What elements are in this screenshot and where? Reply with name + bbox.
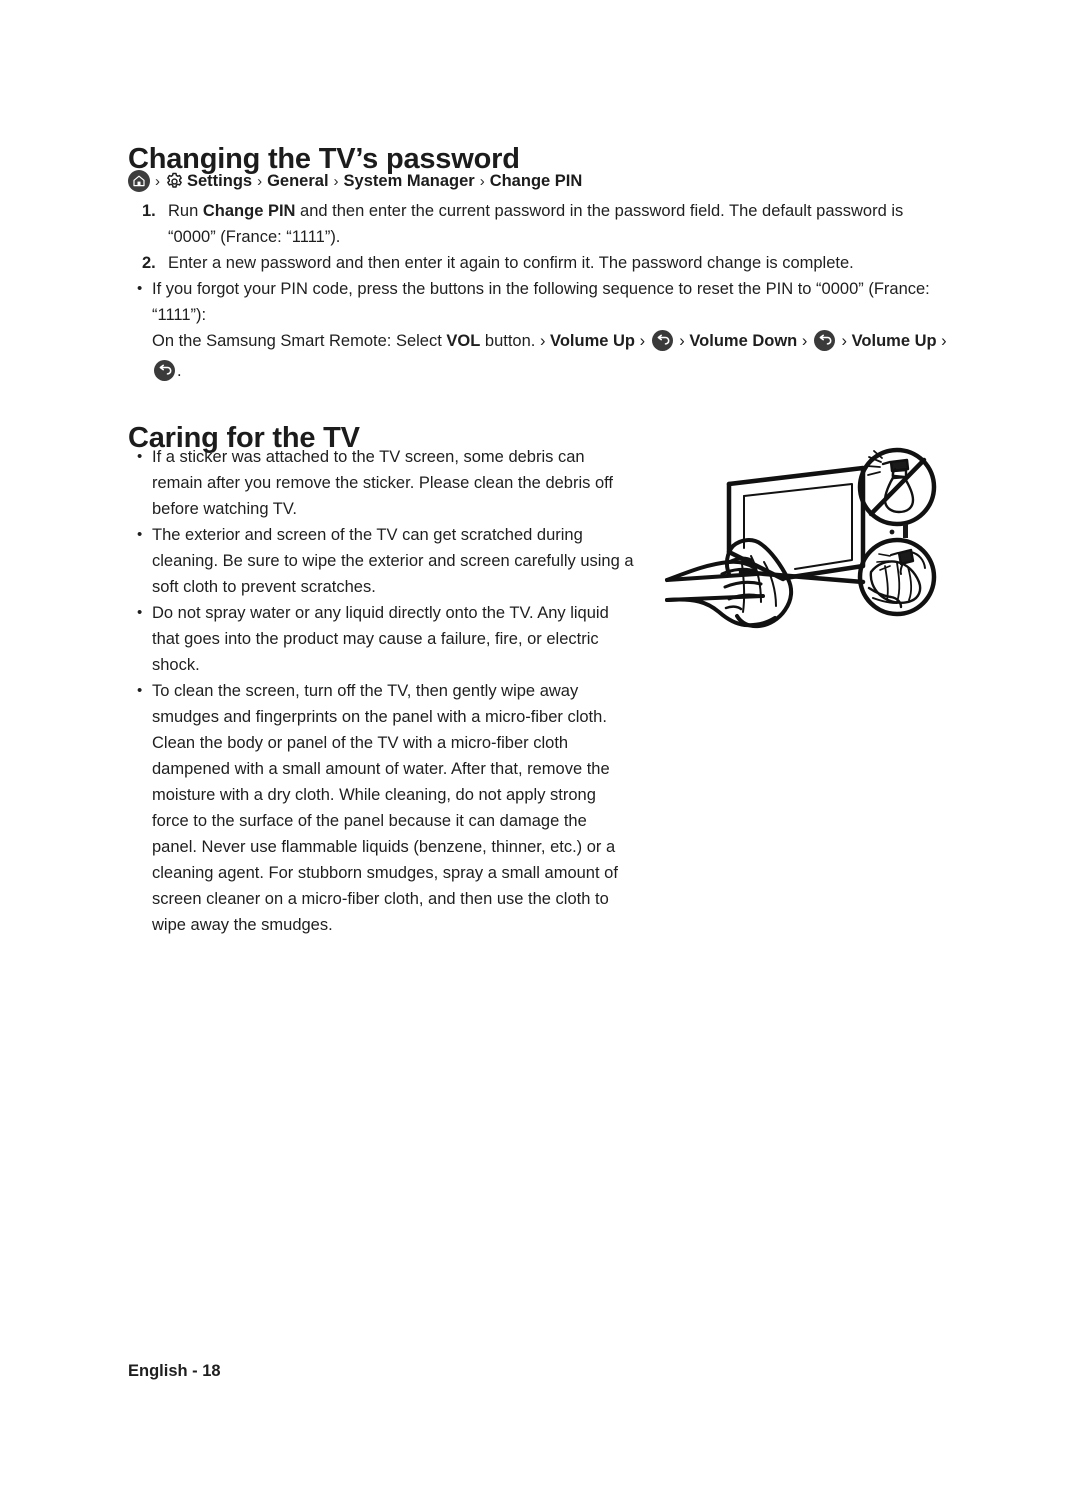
list-item-text: Run Change PIN and then enter the curren…	[168, 202, 903, 246]
remote-button-sequence: On the Samsung Smart Remote: Select VOL …	[152, 326, 952, 386]
breadcrumb-item-general[interactable]: General	[267, 172, 328, 191]
breadcrumb-item-change-pin[interactable]: Change PIN	[490, 172, 583, 191]
gear-icon[interactable]	[165, 172, 184, 191]
sequence-separator-4: ›	[841, 332, 848, 350]
bullet-marker: •	[137, 604, 143, 621]
list-item-text: Enter a new password and then enter it a…	[168, 254, 854, 272]
bullet-marker: •	[137, 448, 143, 465]
home-icon[interactable]	[128, 170, 150, 192]
sequence-after-vol: button.	[480, 332, 540, 350]
list-item: 1. Run Change PIN and then enter the cur…	[142, 198, 952, 250]
list-item: • If you forgot your PIN code, press the…	[135, 276, 953, 328]
return-icon[interactable]	[813, 330, 835, 351]
list-item: 2. Enter a new password and then enter i…	[142, 250, 952, 276]
breadcrumb-item-system-manager[interactable]: System Manager	[344, 172, 475, 191]
breadcrumb-separator-2: ›	[333, 172, 339, 190]
breadcrumb-separator-0: ›	[155, 172, 160, 190]
list-item: • If a sticker was attached to the TV sc…	[135, 444, 635, 522]
sequence-separator-0: ›	[539, 332, 546, 350]
breadcrumb: › Settings › General › System Manager › …	[128, 170, 582, 192]
breadcrumb-separator-3: ›	[479, 172, 485, 190]
sequence-separator-2: ›	[679, 332, 685, 350]
bullet-marker: •	[137, 526, 143, 543]
step-text-bold: Change PIN	[202, 202, 296, 220]
list-marker: 1.	[142, 202, 156, 220]
list-item-text: If a sticker was attached to the TV scre…	[152, 448, 614, 518]
return-icon[interactable]	[154, 360, 175, 381]
step-text-pre: Run	[168, 202, 203, 220]
vol-button-label: VOL	[446, 332, 481, 350]
volume-up-label-2: Volume Up	[851, 332, 937, 350]
page-footer: English - 18	[128, 1362, 221, 1380]
caring-bullet-list: • If a sticker was attached to the TV sc…	[135, 444, 635, 938]
list-item-text: If you forgot your PIN code, press the b…	[152, 280, 930, 324]
document-page: Changing the TV’s password › Settings › …	[0, 0, 1080, 1494]
list-item-text: The exterior and screen of the TV can ge…	[152, 526, 634, 596]
sequence-separator-3: ›	[801, 332, 808, 350]
password-steps-list: 1. Run Change PIN and then enter the cur…	[142, 198, 952, 276]
list-item-text: To clean the screen, turn off the TV, th…	[152, 682, 618, 934]
list-item: • The exterior and screen of the TV can …	[135, 522, 635, 600]
sequence-separator-1: ›	[639, 332, 646, 350]
pin-reset-note: • If you forgot your PIN code, press the…	[135, 276, 953, 328]
tv-cleaning-illustration	[645, 440, 957, 640]
list-marker: 2.	[142, 254, 156, 272]
bullet-marker: •	[137, 682, 143, 699]
sequence-lead: On the Samsung Smart Remote: Select	[152, 332, 447, 350]
volume-down-label: Volume Down	[689, 332, 798, 350]
breadcrumb-item-settings[interactable]: Settings	[187, 172, 252, 191]
sequence-separator-5: ›	[941, 332, 947, 350]
sequence-trailing: .	[177, 362, 182, 380]
list-item: • Do not spray water or any liquid direc…	[135, 600, 635, 678]
list-item: • To clean the screen, turn off the TV, …	[135, 678, 635, 938]
return-icon[interactable]	[651, 330, 673, 351]
list-item-text: Do not spray water or any liquid directl…	[152, 604, 609, 674]
volume-up-label-1: Volume Up	[550, 332, 635, 350]
bullet-marker: •	[137, 280, 143, 297]
breadcrumb-separator-1: ›	[257, 172, 263, 190]
